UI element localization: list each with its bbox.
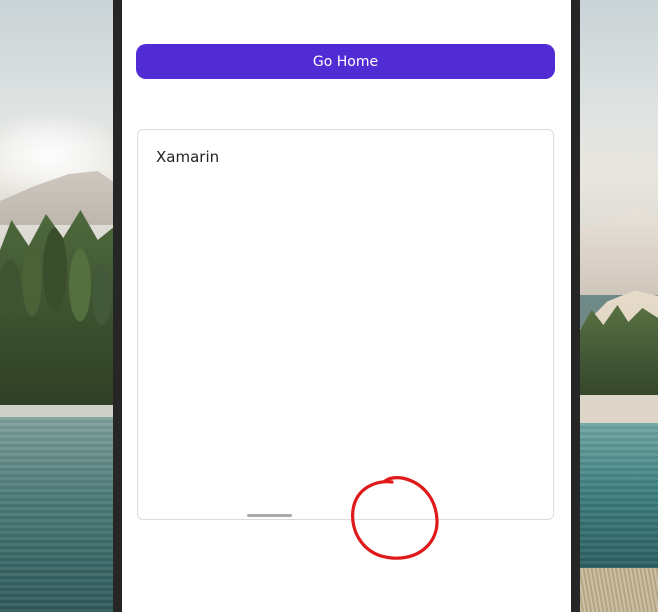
red-circle-annotation: [351, 476, 439, 560]
wallpaper-shore-left: [0, 405, 115, 417]
wallpaper-forest-right: [580, 305, 658, 400]
text-editor[interactable]: Xamarin: [137, 129, 554, 520]
wallpaper-lake-right: [580, 423, 658, 573]
go-home-button[interactable]: Go Home: [136, 44, 555, 79]
editor-text: Xamarin: [156, 148, 220, 166]
annotation-circle-stroke: [351, 476, 439, 560]
wallpaper-lake-left: [0, 417, 115, 612]
wallpaper-grass-right: [580, 568, 658, 612]
editor-resize-handle[interactable]: [247, 514, 292, 517]
wallpaper-forest-left: [0, 210, 115, 410]
wallpaper-shore-right: [580, 395, 658, 423]
